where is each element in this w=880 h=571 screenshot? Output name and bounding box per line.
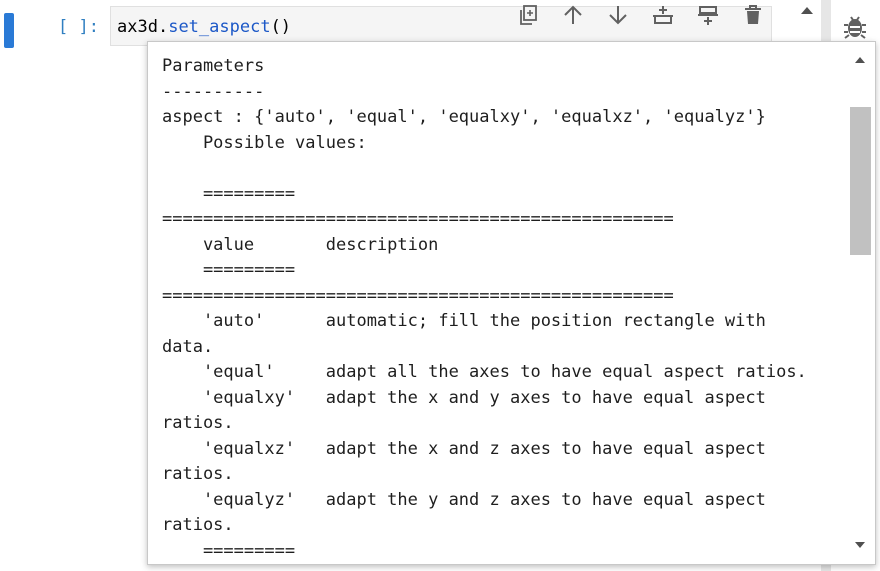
doc-line: 'equal' adapt all the axes to have equal…	[162, 362, 807, 382]
code-parens: ()	[270, 17, 292, 37]
doc-line: 'equalyz' adapt the y and z axes to have…	[162, 489, 766, 510]
code-dot: .	[157, 17, 169, 37]
doc-line: ratios.	[162, 515, 234, 535]
scroll-up-arrow-icon[interactable]	[801, 7, 813, 14]
doc-line: 'equalxz' adapt the x and z axes to have…	[162, 438, 766, 459]
doc-line: value description	[162, 234, 439, 255]
insert-cell-above-button[interactable]	[640, 0, 685, 30]
insert-cell-below-button[interactable]	[685, 0, 730, 30]
doc-line: ========================================…	[162, 209, 674, 229]
insert-below-icon	[697, 6, 718, 25]
doc-line: =========	[162, 260, 296, 280]
doc-line: 'auto' automatic; fill the position rect…	[162, 311, 766, 331]
docstring-tooltip[interactable]: Parameters ---------- aspect : {'auto', …	[147, 41, 876, 565]
doc-line: Parameters	[162, 56, 265, 76]
code-object: ax3d	[117, 17, 158, 37]
doc-line: data.	[162, 336, 214, 357]
debugger-bug-icon[interactable]	[843, 12, 867, 40]
tooltip-scroll-thumb[interactable]	[850, 107, 871, 255]
active-cell-indicator[interactable]	[4, 13, 14, 48]
doc-line: =========	[162, 540, 296, 561]
move-up-icon	[563, 5, 582, 24]
code-method: set_aspect	[168, 17, 271, 37]
tooltip-scroll-down-icon[interactable]	[855, 542, 865, 548]
cell-toolbar	[505, 0, 775, 30]
code-line[interactable]: ax3d.set_aspect()	[117, 17, 291, 37]
cell-prompt: [ ]:	[58, 17, 99, 37]
docstring-text: Parameters ---------- aspect : {'auto', …	[162, 54, 807, 564]
delete-cell-button[interactable]	[730, 0, 775, 30]
notebook-view: [ ]: ax3d.set_aspect() Parameters ------…	[0, 0, 880, 571]
doc-line: aspect : {'auto', 'equal', 'equalxy', 'e…	[162, 107, 766, 127]
delete-icon	[744, 5, 761, 24]
doc-line: Possible values:	[162, 132, 367, 153]
duplicate-icon	[519, 5, 537, 25]
doc-line: ----------	[162, 81, 265, 102]
doc-line: ratios.	[162, 464, 234, 484]
duplicate-cell-button[interactable]	[505, 0, 550, 30]
move-cell-down-button[interactable]	[595, 0, 640, 30]
move-down-icon	[608, 6, 627, 25]
doc-line: =========	[162, 183, 296, 204]
move-cell-up-button[interactable]	[550, 0, 595, 30]
doc-line: ratios.	[162, 413, 234, 433]
doc-line: ========================================…	[162, 285, 674, 306]
doc-line: 'equalxy' adapt the x and y axes to have…	[162, 387, 766, 408]
insert-above-icon	[652, 6, 673, 24]
tooltip-scrollbar[interactable]	[848, 42, 875, 564]
tooltip-scroll-up-icon[interactable]	[855, 57, 865, 63]
